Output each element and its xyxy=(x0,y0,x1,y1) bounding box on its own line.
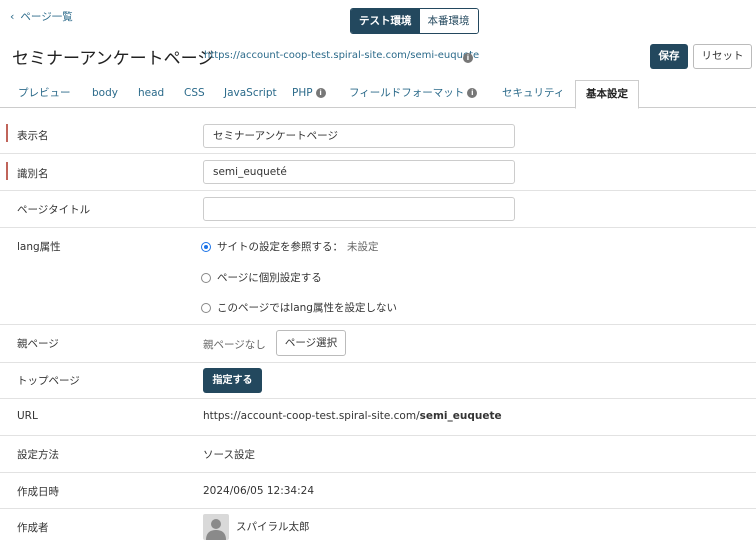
required-marker xyxy=(6,124,8,142)
created-value: 2024/06/05 12:34:24 xyxy=(203,485,315,497)
environment-toggle: テスト環境 本番環境 xyxy=(350,8,479,34)
page-url-link[interactable]: https://account-coop-test.spiral-site.co… xyxy=(204,50,479,61)
created-label: 作成日時 xyxy=(17,486,59,498)
lang-row: lang属性 サイトの設定を参照する： 未設定 ページに個別設定する このページ… xyxy=(0,228,756,325)
tab-php[interactable]: PHP i xyxy=(292,80,326,108)
tab-php-label: PHP xyxy=(292,87,313,99)
id-name-row: 識別名 semi_euqueté xyxy=(0,154,756,191)
page-title-field-label: ページタイトル xyxy=(17,204,91,216)
production-env-button[interactable]: 本番環境 xyxy=(419,9,478,33)
info-icon[interactable]: i xyxy=(463,53,473,63)
top-page-row: トップページ 指定する xyxy=(0,363,756,399)
tab-javascript[interactable]: JavaScript xyxy=(224,80,277,108)
tab-head[interactable]: head xyxy=(138,80,164,108)
tab-css[interactable]: CSS xyxy=(184,80,205,108)
created-row: 作成日時 2024/06/05 12:34:24 xyxy=(0,473,756,509)
lang-option-individual[interactable]: ページに個別設定する xyxy=(201,270,322,285)
avatar xyxy=(203,514,229,540)
info-icon: i xyxy=(315,88,326,98)
radio-checked-icon xyxy=(201,241,211,252)
reset-button[interactable]: リセット xyxy=(693,44,752,69)
user-icon xyxy=(206,519,226,540)
info-icon: i xyxy=(467,88,478,98)
back-link-label: ページ一覧 xyxy=(20,11,73,23)
radio-unchecked-icon xyxy=(201,302,211,313)
tab-body[interactable]: body xyxy=(92,80,118,108)
id-name-label: 識別名 xyxy=(17,168,49,180)
display-name-input[interactable]: セミナーアンケートページ xyxy=(203,124,515,148)
page-title-input[interactable] xyxy=(203,197,515,221)
lang-option-sub: 未設定 xyxy=(347,241,379,253)
tab-security[interactable]: セキュリティ xyxy=(502,80,564,108)
test-env-button[interactable]: テスト環境 xyxy=(351,9,420,33)
chevron-left-icon: ‹ xyxy=(10,10,15,23)
tab-preview[interactable]: プレビュー xyxy=(18,80,71,108)
page-title-row: ページタイトル xyxy=(0,191,756,228)
method-row: 設定方法 ソース設定 xyxy=(0,436,756,473)
page-title: セミナーアンケートページ xyxy=(12,49,215,69)
url-value: https://account-coop-test.spiral-site.co… xyxy=(203,410,502,422)
select-page-button[interactable]: ページ選択 xyxy=(276,330,346,356)
url-prefix: https://account-coop-test.spiral-site.co… xyxy=(203,410,420,422)
tab-bar: プレビュー body head CSS JavaScript PHP i フィール… xyxy=(0,80,756,109)
top-page-label: トップページ xyxy=(17,375,80,387)
set-top-page-button[interactable]: 指定する xyxy=(203,368,262,393)
id-name-input[interactable]: semi_euqueté xyxy=(203,160,515,184)
tab-field-format[interactable]: フィールドフォーマット i xyxy=(349,80,478,108)
parent-page-value: 親ページなし xyxy=(203,339,266,351)
author-row: 作成者 スパイラル太郎 xyxy=(0,509,756,545)
method-value: ソース設定 xyxy=(203,449,255,461)
tab-field-format-label: フィールドフォーマット xyxy=(349,87,465,99)
required-marker xyxy=(6,162,8,180)
author-label: 作成者 xyxy=(17,522,49,534)
parent-page-row: 親ページ 親ページなし ページ選択 xyxy=(0,325,756,363)
lang-option-label: サイトの設定を参照する： xyxy=(217,241,343,253)
url-label: URL xyxy=(17,410,38,422)
method-label: 設定方法 xyxy=(17,449,59,461)
back-to-page-list-link[interactable]: ‹ ページ一覧 xyxy=(10,9,73,24)
url-slug: semi_euquete xyxy=(419,410,502,422)
radio-unchecked-icon xyxy=(201,272,211,283)
lang-option-label: このページではlang属性を設定しない xyxy=(217,302,397,314)
url-row: URL https://account-coop-test.spiral-sit… xyxy=(0,399,756,436)
author-value: スパイラル太郎 xyxy=(236,521,310,533)
save-button[interactable]: 保存 xyxy=(650,44,688,69)
display-name-row: 表示名 セミナーアンケートページ xyxy=(0,118,756,154)
lang-option-label: ページに個別設定する xyxy=(217,272,322,284)
display-name-label: 表示名 xyxy=(17,130,49,142)
lang-option-site-setting[interactable]: サイトの設定を参照する： 未設定 xyxy=(201,239,379,254)
lang-option-none[interactable]: このページではlang属性を設定しない xyxy=(201,300,397,315)
parent-page-label: 親ページ xyxy=(17,338,59,350)
lang-label: lang属性 xyxy=(17,241,61,253)
tab-basic-settings[interactable]: 基本設定 xyxy=(575,80,639,109)
